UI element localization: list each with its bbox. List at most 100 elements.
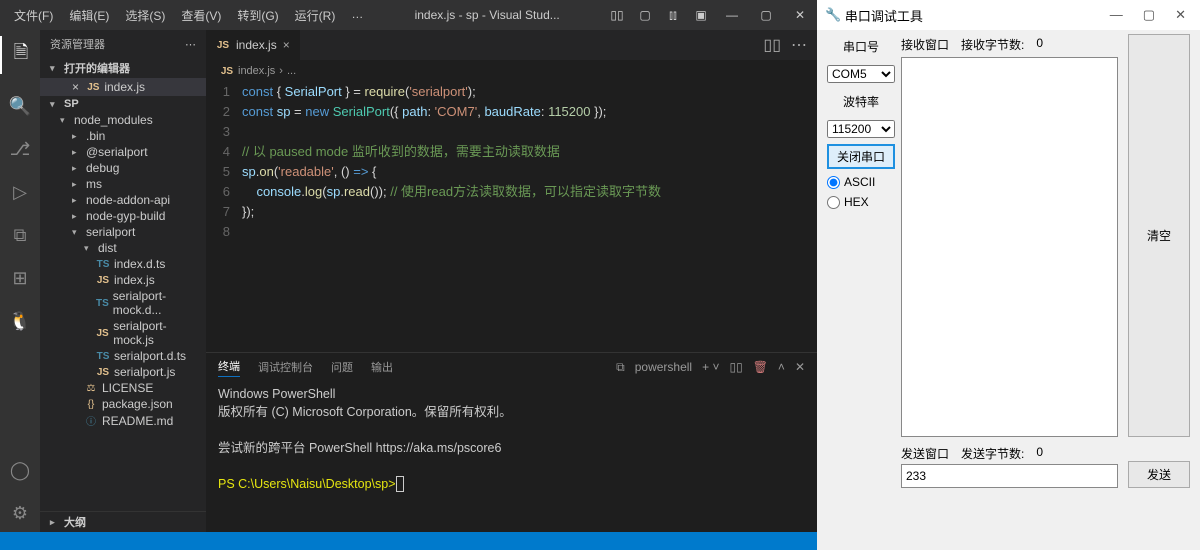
tab-label: index.js	[236, 38, 277, 52]
maximize-icon[interactable]: ▢	[749, 8, 783, 22]
window-title: index.js - sp - Visual Stud...	[371, 8, 603, 22]
send-button[interactable]: 发送	[1128, 461, 1190, 488]
minimize-icon[interactable]: —	[715, 8, 749, 22]
tree-file[interactable]: TSserialport.d.ts	[40, 348, 206, 364]
menu-select[interactable]: 选择(S)	[117, 7, 173, 24]
tree-file[interactable]: ⓘREADME.md	[40, 412, 206, 429]
trash-icon[interactable]: 🗑	[753, 360, 768, 374]
menu-goto[interactable]: 转到(G)	[229, 7, 286, 24]
menu-run[interactable]: 运行(R)	[287, 7, 344, 24]
debug-icon[interactable]: ▷	[13, 182, 27, 203]
sidebar-header: 资源管理器 ⋯	[40, 30, 206, 58]
close-icon[interactable]: ×	[283, 38, 290, 52]
panel-tabs: 终端 调试控制台 问题 输出 ⧉ powershell + ˅ ▯▯ 🗑 ˄ ✕	[206, 353, 817, 381]
tux-icon[interactable]: 🐧	[9, 311, 31, 332]
code-content[interactable]: const { SerialPort } = require('serialpo…	[242, 82, 817, 352]
menu-more[interactable]: …	[343, 7, 371, 24]
menu-file[interactable]: 文件(F)	[6, 7, 61, 24]
tree-file[interactable]: {}package.json	[40, 396, 206, 412]
shell-icon[interactable]: ⧉	[616, 360, 625, 375]
tree-file[interactable]: JSserialport.js	[40, 364, 206, 380]
open-editors-header[interactable]: ▾打开的编辑器	[40, 58, 206, 78]
explorer-icon[interactable]: 🗎	[0, 36, 40, 74]
tree-file[interactable]: JSserialport-mock.js	[40, 318, 206, 348]
layout-icon[interactable]: ▣	[687, 8, 715, 23]
tree-file[interactable]: TSindex.d.ts	[40, 256, 206, 272]
split-terminal-icon[interactable]: ▯▯	[729, 360, 742, 374]
tab-terminal[interactable]: 终端	[218, 358, 240, 377]
send-input[interactable]	[901, 464, 1118, 488]
serial-app-icon: 🔧	[825, 7, 841, 23]
send-bytes-label: 发送字节数:	[961, 445, 1024, 462]
menu-view[interactable]: 查看(V)	[173, 7, 229, 24]
menu-bar: 文件(F) 编辑(E) 选择(S) 查看(V) 转到(G) 运行(R) …	[0, 7, 371, 24]
tree-file[interactable]: ⚖LICENSE	[40, 380, 206, 396]
project-header[interactable]: ▾SP	[40, 96, 206, 112]
maximize-icon[interactable]: ▢	[1143, 7, 1155, 23]
tree-file[interactable]: JSindex.js	[40, 272, 206, 288]
account-icon[interactable]: ◯	[10, 460, 30, 481]
tree-folder[interactable]: ▾serialport	[40, 224, 206, 240]
serial-controls: 串口号 COM5 波特率 115200 关闭串口 ASCII HEX	[827, 34, 895, 437]
sidebar: 资源管理器 ⋯ ▾打开的编辑器 × JSindex.js ▾SP ▾node_m…	[40, 30, 206, 532]
title-panel-icons: ▯▯ ▢ ⫾⫾ ▣	[603, 8, 715, 23]
close-icon[interactable]: ✕	[1175, 7, 1186, 23]
recv-bytes-value: 0	[1036, 36, 1043, 53]
editor-tab[interactable]: JS index.js ×	[206, 30, 300, 60]
close-icon[interactable]: ✕	[795, 360, 805, 374]
tree-folder[interactable]: ▸@serialport	[40, 144, 206, 160]
tree-folder[interactable]: ▾node_modules	[40, 112, 206, 128]
recv-bytes-label: 接收字节数:	[961, 36, 1024, 53]
serial-title: 串口调试工具	[845, 6, 923, 25]
tree-folder[interactable]: ▸debug	[40, 160, 206, 176]
close-port-button[interactable]: 关闭串口	[827, 144, 895, 169]
terminal-output[interactable]: Windows PowerShell 版权所有 (C) Microsoft Co…	[206, 381, 817, 532]
port-select[interactable]: COM5	[827, 65, 895, 83]
baud-label: 波特率	[827, 89, 895, 114]
tree-folder[interactable]: ▸ms	[40, 176, 206, 192]
js-icon: JS	[220, 66, 234, 77]
layout-icon[interactable]: ▢	[631, 8, 659, 23]
serial-titlebar: 🔧 串口调试工具 — ▢ ✕	[817, 0, 1200, 30]
tree-file[interactable]: TSserialport-mock.d...	[40, 288, 206, 318]
ascii-radio[interactable]: ASCII	[827, 175, 895, 189]
outline-header[interactable]: ▸大纲	[40, 511, 206, 532]
receive-textbox[interactable]	[901, 57, 1118, 437]
tree-folder[interactable]: ▸node-addon-api	[40, 192, 206, 208]
menu-edit[interactable]: 编辑(E)	[61, 7, 117, 24]
code-editor[interactable]: 12345678 const { SerialPort } = require(…	[206, 82, 817, 352]
sidebar-title: 资源管理器	[50, 36, 105, 52]
serial-tool-window: 🔧 串口调试工具 — ▢ ✕ 串口号 COM5 波特率 115200 关闭串口 …	[817, 0, 1200, 550]
tree-folder[interactable]: ▾dist	[40, 240, 206, 256]
file-tree: ▾node_modules ▸.bin ▸@serialport ▸debug …	[40, 112, 206, 511]
minimize-icon[interactable]: —	[1110, 7, 1123, 23]
hex-radio[interactable]: HEX	[827, 195, 895, 209]
tab-problems[interactable]: 问题	[331, 359, 353, 375]
open-editor-file[interactable]: × JSindex.js	[40, 78, 206, 96]
git-icon[interactable]: ⎇	[10, 139, 31, 160]
layout-icon[interactable]: ▯▯	[603, 8, 631, 23]
more-icon[interactable]: ⋯	[185, 38, 196, 51]
remote-icon[interactable]: ⧉	[14, 225, 27, 246]
vscode-titlebar: 文件(F) 编辑(E) 选择(S) 查看(V) 转到(G) 运行(R) … in…	[0, 0, 817, 30]
shell-name[interactable]: powershell	[635, 360, 692, 374]
baud-select[interactable]: 115200	[827, 120, 895, 138]
add-terminal-icon[interactable]: + ˅	[702, 360, 719, 374]
terminal-panel: 终端 调试控制台 问题 输出 ⧉ powershell + ˅ ▯▯ 🗑 ˄ ✕…	[206, 352, 817, 532]
status-bar[interactable]	[0, 532, 817, 550]
chevron-up-icon[interactable]: ˄	[778, 360, 785, 374]
tab-output[interactable]: 输出	[371, 359, 393, 375]
clear-button[interactable]: 清空	[1128, 34, 1190, 437]
tree-folder[interactable]: ▸.bin	[40, 128, 206, 144]
gear-icon[interactable]: ⚙	[12, 503, 28, 524]
layout-icon[interactable]: ⫾⫾	[659, 8, 687, 23]
breadcrumb[interactable]: JS index.js › ...	[206, 60, 817, 82]
tree-folder[interactable]: ▸node-gyp-build	[40, 208, 206, 224]
close-icon[interactable]: ✕	[783, 8, 817, 22]
tab-debug-console[interactable]: 调试控制台	[258, 359, 313, 375]
extensions-icon[interactable]: ⊞	[12, 268, 27, 289]
search-icon[interactable]: 🔍	[9, 96, 31, 117]
more-icon[interactable]: ⋯	[791, 35, 807, 55]
main-area: JS index.js × ▯▯ ⋯ JS index.js › ... 123…	[206, 30, 817, 532]
split-icon[interactable]: ▯▯	[763, 35, 781, 55]
